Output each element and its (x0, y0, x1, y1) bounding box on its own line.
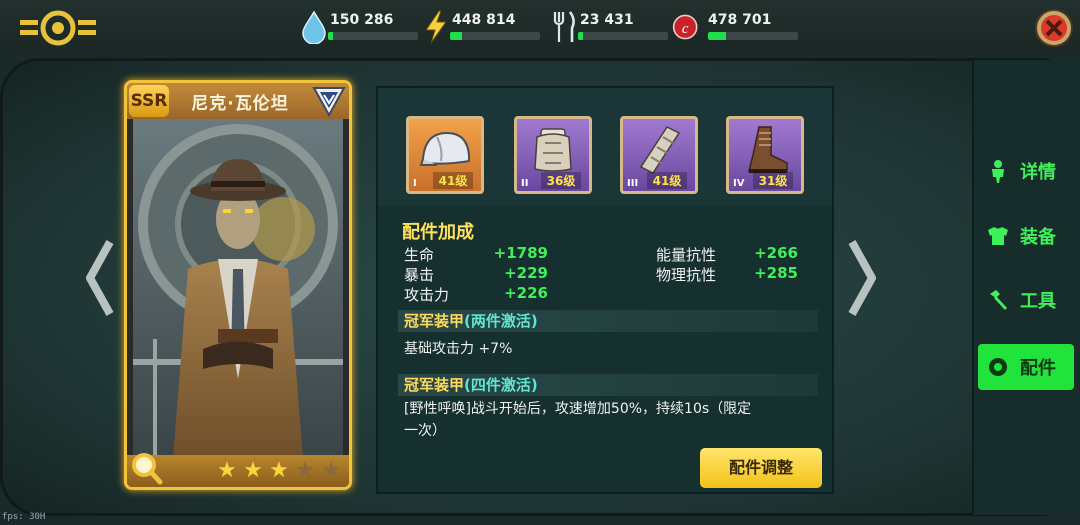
slot-2-roman: II (521, 178, 529, 189)
bottle-cap-icon: c (672, 14, 698, 40)
set-bonus-4-name: 冠军装甲 (404, 376, 465, 394)
helmet-icon (419, 131, 470, 166)
star-filled-icon: ★ (217, 458, 237, 483)
star-empty-icon: ★ (295, 458, 315, 483)
tab-accessories[interactable]: 配件 (978, 344, 1074, 390)
caps-resource: c 478 701 (672, 8, 804, 48)
set-bonus-4-description-line2: 一次） (404, 423, 446, 439)
stat-label-crit: 暴击 (404, 266, 435, 284)
slot-4-roman: IV (733, 178, 745, 189)
set-bonus-4-condition: (四件激活) (464, 376, 538, 394)
power-value: 448 814 (452, 12, 516, 28)
water-resource: 150 286 (300, 8, 420, 48)
star-filled-icon: ★ (243, 458, 263, 483)
boot-icon (748, 126, 788, 173)
star-empty-icon: ★ (321, 458, 341, 483)
accessory-detail-panel: I 41级 II 36级 III 41级 IV 31级 配件加成 生命 +178… (376, 86, 834, 494)
vault-gear-logo-icon[interactable] (18, 8, 98, 48)
tab-tools-label: 工具 (1020, 291, 1056, 312)
stat-value-energy-res: +266 (754, 244, 798, 262)
food-resource: 23 431 (550, 8, 668, 48)
power-progress-bar (450, 32, 540, 40)
power-resource: 448 814 (422, 8, 544, 48)
slot-3-level: 41级 (647, 172, 687, 189)
set-bonus-2-condition: (两件激活) (464, 312, 538, 330)
lightning-icon (425, 10, 447, 44)
person-icon (992, 160, 1004, 183)
stat-value-crit: +229 (504, 264, 548, 282)
slot-3-roman: III (627, 178, 639, 189)
accessory-adjust-button[interactable]: 配件调整 (700, 448, 822, 488)
tab-equipment[interactable]: 装备 (978, 213, 1074, 259)
stat-label-attack: 攻击力 (404, 286, 450, 304)
tab-equipment-label: 装备 (1020, 227, 1056, 248)
hero-card[interactable]: SSR 尼克·瓦伦坦 ★ ★ ★ ★ ★ (124, 80, 352, 490)
equipment-slot-3[interactable]: III 41级 (620, 116, 698, 194)
stat-label-phys-res: 物理抗性 (656, 266, 717, 284)
hero-portrait (133, 119, 343, 459)
rarity-badge: SSR (129, 85, 169, 117)
water-value: 150 286 (330, 12, 394, 28)
top-resource-bar: 150 286 448 814 23 431 c 478 701 (0, 0, 1080, 56)
equipment-slot-4[interactable]: IV 31级 (726, 116, 804, 194)
gear-ring-icon (989, 358, 1007, 376)
armor-icon (988, 227, 1008, 245)
water-drop-icon (302, 10, 326, 44)
slot-1-level: 41级 (433, 172, 473, 189)
stat-value-attack: +226 (504, 284, 548, 302)
slot-4-level: 31级 (753, 172, 793, 189)
caps-value: 478 701 (708, 12, 772, 28)
tab-details[interactable]: 详情 (978, 148, 1074, 194)
fork-knife-icon (553, 11, 575, 42)
hero-name: 尼克·瓦伦坦 (191, 94, 289, 114)
equipment-slot-2[interactable]: II 36级 (514, 116, 592, 194)
set-bonus-2-description: 基础攻击力 +7% (404, 341, 513, 357)
svg-text:c: c (682, 21, 689, 37)
stat-value-hp: +1789 (493, 244, 548, 262)
star-rating: ★ ★ ★ ★ ★ (215, 460, 343, 482)
previous-hero-arrow-icon[interactable] (86, 238, 116, 318)
stat-label-energy-res: 能量抗性 (656, 246, 717, 264)
magnifier-icon[interactable] (129, 451, 163, 485)
food-value: 23 431 (580, 12, 634, 28)
fps-counter: fps: 30H (2, 512, 46, 522)
chest-armor-icon (534, 128, 572, 172)
star-filled-icon: ★ (269, 458, 289, 483)
caps-progress-bar (708, 32, 798, 40)
equipment-slot-1[interactable]: I 41级 (406, 116, 484, 194)
leg-armor-icon (639, 126, 681, 174)
set-bonus-2-title: 冠军装甲(两件激活) (398, 310, 818, 332)
set-bonus-4-description-line1: [野性呼唤]战斗开始后，攻速增加50%，持续10s（限定 (404, 401, 752, 417)
slot-1-roman: I (413, 178, 417, 189)
tab-tools[interactable]: 工具 (978, 277, 1074, 323)
food-progress-bar (578, 32, 668, 40)
hammer-icon (990, 290, 1007, 310)
set-bonus-4-title: 冠军装甲(四件激活) (398, 374, 818, 396)
accessory-bonus-title: 配件加成 (402, 222, 474, 243)
side-nav: 详情 装备 工具 配件 (972, 60, 1080, 515)
equipment-slots: I 41级 II 36级 III 41级 IV 31级 (378, 88, 832, 206)
slot-2-level: 36级 (541, 172, 581, 189)
set-bonus-2-name: 冠军装甲 (404, 312, 465, 330)
tab-details-label: 详情 (1020, 162, 1056, 183)
water-progress-bar (328, 32, 418, 40)
class-shield-icon (312, 87, 346, 117)
stat-value-phys-res: +285 (754, 264, 798, 282)
stat-label-hp: 生命 (404, 246, 435, 264)
tab-accessories-label: 配件 (1020, 358, 1056, 379)
next-hero-arrow-icon[interactable] (846, 238, 876, 318)
close-button[interactable] (1032, 8, 1076, 48)
